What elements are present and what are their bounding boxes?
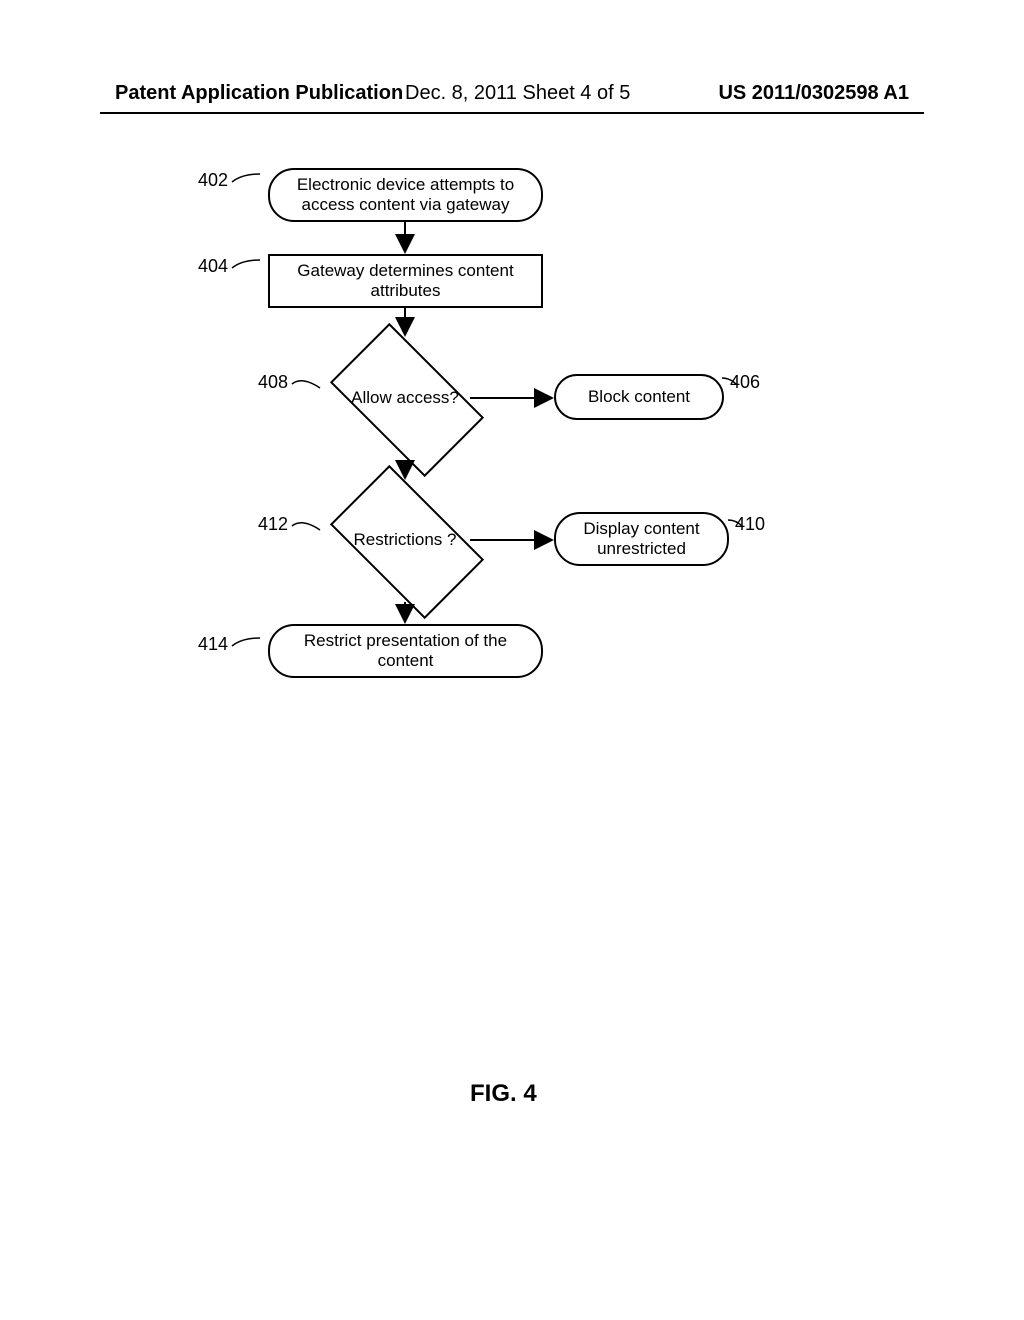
node-402-text: Electronic device attempts to access con…: [280, 175, 531, 216]
header-mid: Dec. 8, 2011 Sheet 4 of 5: [405, 82, 630, 105]
header-rule: [100, 112, 924, 114]
node-408-text-wrap: Allow access?: [340, 358, 470, 438]
node-410-text: Display content unrestricted: [566, 519, 717, 560]
ref-414: 414: [198, 634, 228, 655]
node-402-start: Electronic device attempts to access con…: [268, 168, 543, 222]
page: Patent Application Publication Dec. 8, 2…: [0, 0, 1024, 1320]
figure-label: FIG. 4: [470, 1080, 537, 1108]
node-414-text: Restrict presentation of the content: [280, 631, 531, 672]
node-412-text: Restrictions ?: [354, 530, 457, 550]
ref-404: 404: [198, 256, 228, 277]
node-406-block: Block content: [554, 374, 724, 420]
ref-412: 412: [258, 514, 288, 535]
node-412-text-wrap: Restrictions ?: [340, 500, 470, 580]
ref-408: 408: [258, 372, 288, 393]
node-414-restrict: Restrict presentation of the content: [268, 624, 543, 678]
header-right: US 2011/0302598 A1: [718, 82, 909, 105]
ref-410: 410: [735, 514, 765, 535]
node-404-text: Gateway determines content attributes: [280, 261, 531, 302]
node-406-text: Block content: [588, 387, 690, 407]
ref-406: 406: [730, 372, 760, 393]
ref-402: 402: [198, 170, 228, 191]
node-408-text: Allow access?: [351, 388, 459, 408]
node-410-display: Display content unrestricted: [554, 512, 729, 566]
header-left: Patent Application Publication: [115, 82, 403, 105]
node-404-process: Gateway determines content attributes: [268, 254, 543, 308]
